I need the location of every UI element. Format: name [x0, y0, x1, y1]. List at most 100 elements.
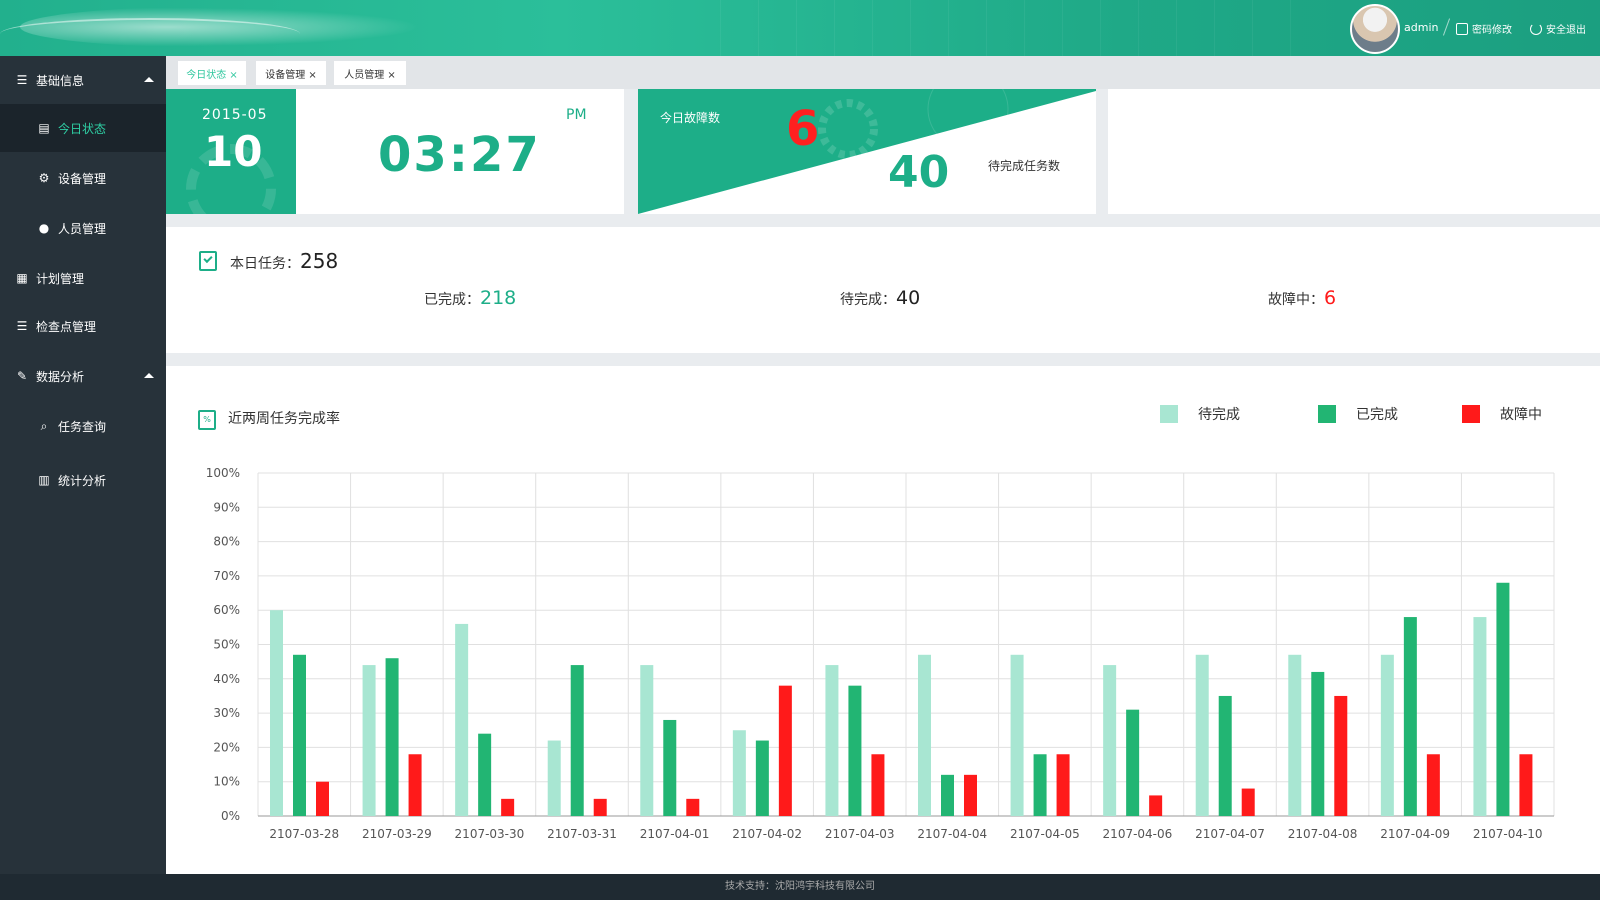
gear-icon: ⚙: [38, 171, 50, 185]
x-tick-label: 2107-04-05: [1010, 827, 1080, 841]
bar: [1149, 795, 1163, 816]
logout-link[interactable]: 安全退出: [1530, 21, 1586, 36]
footer: 技术支持：沈阳鸿宇科技有限公司: [0, 874, 1600, 900]
change-password-link[interactable]: 密码修改: [1456, 21, 1512, 36]
tab-today-status[interactable]: 今日状态 ×: [178, 61, 246, 85]
pending-count-value: 40: [888, 147, 950, 198]
tab-bar: 今日状态 × 设备管理 × 人员管理 ×: [166, 56, 1600, 89]
bar: [1519, 754, 1533, 816]
sidebar-item-staff-management[interactable]: ● 人员管理: [0, 204, 166, 252]
bar: [316, 781, 329, 816]
bar: [1195, 654, 1209, 816]
bar: [1311, 671, 1325, 816]
collapse-arrow-icon: [144, 373, 154, 378]
task-pending-label: 待完成：: [840, 292, 896, 308]
logout-label: 安全退出: [1546, 25, 1586, 36]
sidebar-item-label: 设备管理: [58, 171, 107, 186]
y-tick-label: 30%: [213, 706, 240, 720]
sidebar-item-label: 基础信息: [36, 73, 85, 88]
task-done: 已完成：218: [424, 287, 516, 309]
bar: [1380, 654, 1394, 816]
bar: [941, 774, 954, 816]
x-tick-label: 2107-04-02: [732, 827, 802, 841]
bar: [686, 798, 700, 816]
bar: [825, 665, 839, 816]
bar: [270, 610, 283, 816]
list-icon: ☰: [16, 319, 28, 333]
y-tick-label: 80%: [213, 535, 240, 549]
header-decoration-line: [0, 18, 300, 50]
bar: [1126, 709, 1140, 816]
bar: [848, 685, 862, 816]
user-name[interactable]: admin: [1404, 21, 1438, 34]
pending-count-label: 待完成任务数: [988, 159, 1061, 173]
sidebar-item-plan-management[interactable]: ▦ 计划管理: [0, 254, 166, 302]
bar: [293, 654, 306, 816]
bar: [547, 740, 561, 816]
y-tick-label: 90%: [213, 500, 240, 514]
tab-device-management[interactable]: 设备管理 ×: [256, 61, 326, 85]
fault-count-label: 今日故障数: [660, 111, 721, 125]
task-done-value: 218: [480, 287, 517, 309]
sidebar: ☰ 基础信息 ▤ 今日状态 ⚙ 设备管理 ● 人员管理 ▦ 计划管理 ☰ 检查点…: [0, 56, 166, 874]
bar: [1010, 654, 1024, 816]
bar: [964, 774, 977, 816]
sidebar-item-label: 检查点管理: [36, 319, 97, 334]
fault-card-background: [638, 89, 1096, 214]
clock-ampm: PM: [566, 107, 587, 123]
y-tick-label: 50%: [213, 638, 240, 652]
bar: [385, 658, 399, 816]
bar: [1473, 617, 1487, 816]
bar: [663, 719, 677, 816]
change-password-label: 密码修改: [1472, 25, 1512, 36]
sidebar-item-task-query[interactable]: ⌕ 任务查询: [0, 402, 166, 450]
fault-summary-card: 今日故障数 6 40 待完成任务数: [638, 89, 1096, 214]
x-tick-label: 2107-04-09: [1380, 827, 1450, 841]
clock-card: PM 03:27: [296, 89, 624, 214]
sidebar-item-device-management[interactable]: ⚙ 设备管理: [0, 154, 166, 202]
x-tick-label: 2107-04-01: [640, 827, 710, 841]
bar: [570, 665, 584, 816]
sidebar-item-today-status[interactable]: ▤ 今日状态: [0, 104, 166, 152]
bar: [408, 754, 422, 816]
sidebar-item-statistics[interactable]: ▥ 统计分析: [0, 456, 166, 504]
bar: [1426, 754, 1440, 816]
bar: [478, 733, 492, 816]
sidebar-item-basic-info[interactable]: ☰ 基础信息: [0, 56, 166, 104]
avatar[interactable]: [1350, 4, 1400, 54]
x-tick-label: 2107-03-28: [269, 827, 339, 841]
search-document-icon: ⌕: [40, 419, 48, 433]
sidebar-item-label: 数据分析: [36, 369, 85, 384]
fault-count-value: 6: [786, 101, 820, 157]
power-icon: [1530, 22, 1542, 35]
x-tick-label: 2107-04-04: [917, 827, 987, 841]
plan-icon: ▦: [16, 271, 28, 285]
task-fault-label: 故障中：: [1268, 292, 1324, 308]
tab-staff-management[interactable]: 人员管理 ×: [334, 61, 406, 85]
date-day: 10: [204, 127, 263, 176]
task-total-value: 258: [300, 249, 339, 273]
x-tick-label: 2107-04-06: [1103, 827, 1173, 841]
y-tick-label: 60%: [213, 603, 240, 617]
bar: [871, 754, 885, 816]
sidebar-item-checkpoint-management[interactable]: ☰ 检查点管理: [0, 302, 166, 350]
header-divider: [1442, 18, 1451, 36]
bar: [1288, 654, 1302, 816]
clipboard-check-icon: [199, 251, 217, 271]
task-total: 本日任务：258: [230, 249, 338, 273]
bar: [1033, 754, 1047, 816]
bar: [732, 730, 746, 816]
x-tick-label: 2107-04-08: [1288, 827, 1358, 841]
task-fault-value: 6: [1324, 287, 1337, 309]
sidebar-item-label: 统计分析: [58, 473, 107, 488]
bar: [455, 623, 469, 816]
clock-time: 03:27: [378, 127, 541, 183]
bar: [501, 798, 515, 816]
date-card: 2015-05 10: [166, 89, 296, 214]
top-header: admin 密码修改 安全退出: [0, 0, 1600, 56]
x-tick-label: 2107-04-10: [1473, 827, 1543, 841]
edit-icon: ✎: [16, 369, 28, 383]
user-icon: ●: [38, 221, 50, 235]
bar: [593, 798, 607, 816]
sidebar-item-data-analysis[interactable]: ✎ 数据分析: [0, 352, 166, 400]
